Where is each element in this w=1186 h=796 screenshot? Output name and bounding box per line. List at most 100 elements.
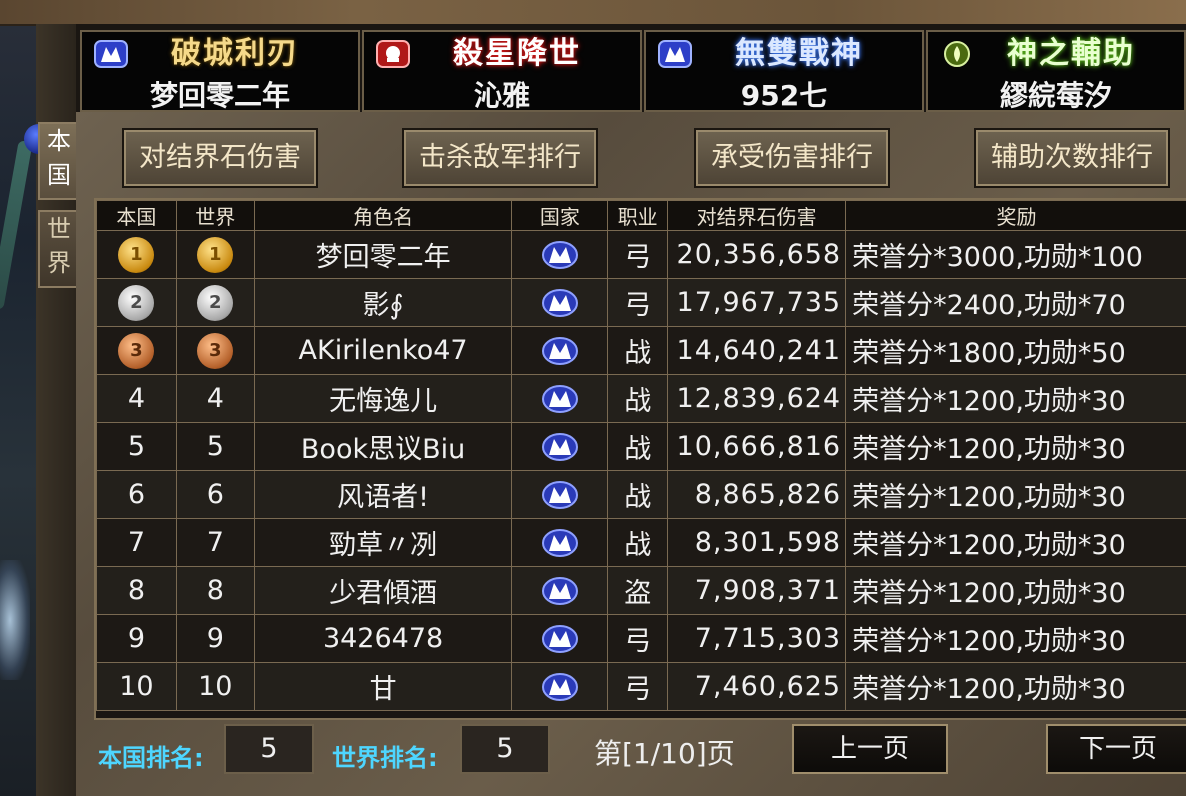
nation-emblem-icon — [541, 337, 578, 366]
col-header-world-rank: 世界 — [175, 200, 255, 231]
table-header-row: 本国 世界 角色名 国家 职业 对结界石伤害 奖励 — [96, 200, 1186, 231]
table-row[interactable]: 9 9 3426478 弓 7,715,303 荣誉分*1200,功勋*30 — [96, 614, 1186, 663]
country-cell — [511, 518, 609, 567]
job-cell: 弓 — [607, 614, 669, 663]
col-header-country: 国家 — [511, 200, 609, 231]
ranking-panel: 对结界石伤害 击杀敌军排行 承受伤害排行 辅助次数排行 本国 世界 角色名 国家… — [76, 112, 1186, 796]
reward-cell: 荣誉分*1200,功勋*30 — [845, 374, 1186, 423]
nation-rank-cell: 4 — [96, 374, 177, 423]
table-row[interactable]: 7 7 勁草〃冽战 8,301,598 荣誉分*1200,功勋*30 — [96, 518, 1186, 567]
nation-rank-cell: 8 — [96, 566, 177, 615]
title-card-2: 無雙戰神 952七 — [644, 30, 924, 112]
country-cell — [511, 614, 609, 663]
world-rank-cell: 2 — [175, 278, 255, 327]
nation-rank-label: 本国排名: — [98, 744, 204, 772]
player-name-cell: 梦回零二年 — [253, 230, 513, 279]
reward-cell: 荣誉分*1200,功勋*30 — [845, 614, 1186, 663]
world-rank-cell: 5 — [175, 422, 255, 471]
title-holder: 952七 — [740, 79, 828, 112]
table-row[interactable]: 3 3 AKirilenko47 战 14,640,241 荣誉分*1800,功勋*50 — [96, 326, 1186, 375]
title-card-0: 破城利刃 梦回零二年 — [80, 30, 360, 112]
player-name-cell: 影∮ — [253, 278, 513, 327]
ranking-table: 本国 世界 角色名 国家 职业 对结界石伤害 奖励 1 1 梦回零二年弓 20,356… — [94, 198, 1186, 720]
table-row[interactable]: 5 5 Book思议Biu 战 10,666,816 荣誉分*1200,功勋*30 — [96, 422, 1186, 471]
table-row[interactable]: 8 8 少君傾酒盗 7,908,371 荣誉分*1200,功勋*30 — [96, 566, 1186, 615]
nation-emblem-icon — [541, 673, 578, 702]
table-row[interactable]: 6 6 风语者! 战 8,865,826 荣誉分*1200,功勋*30 — [96, 470, 1186, 519]
damage-cell: 7,908,371 — [667, 566, 847, 615]
country-cell — [511, 566, 609, 615]
job-cell: 弓 — [607, 230, 669, 279]
job-cell: 盗 — [607, 566, 669, 615]
rank-medal-icon: 1 — [197, 236, 234, 273]
damage-cell: 8,301,598 — [667, 518, 847, 567]
tab-nation[interactable]: 本 国 — [38, 122, 80, 200]
title-name: 殺星降世 — [453, 36, 581, 71]
damage-cell: 7,460,625 — [667, 662, 847, 711]
job-cell: 战 — [607, 374, 669, 423]
damage-cell: 7,715,303 — [667, 614, 847, 663]
table-row[interactable]: 10 10 甘弓 7,460,625 荣誉分*1200,功勋*30 — [96, 662, 1186, 711]
nation-emblem-icon — [541, 433, 578, 462]
country-cell — [511, 326, 609, 375]
table-row[interactable]: 1 1 梦回零二年 弓 20,356,658 荣誉分*3000,功勋*100 — [96, 230, 1186, 279]
title-name: 無雙戰神 — [735, 36, 863, 71]
category-assists-button[interactable]: 辅助次数排行 — [974, 128, 1170, 188]
title-card-1: 殺星降世 沁雅 — [362, 30, 642, 112]
title-holder: 沁雅 — [473, 79, 530, 112]
player-name-cell: 3426478 — [253, 614, 513, 663]
nation-rank-cell: 1 — [96, 230, 177, 279]
nation-emblem-icon — [541, 241, 578, 270]
country-cell — [511, 422, 609, 471]
rank-medal-icon: 2 — [197, 284, 234, 321]
world-rank-value: 5 — [460, 724, 550, 774]
rank-medal-icon: 1 — [118, 236, 155, 273]
player-name-cell: Book思议Biu — [253, 422, 513, 471]
job-cell: 弓 — [607, 278, 669, 327]
title-name: 神之輔助 — [1007, 36, 1135, 71]
col-header-damage: 对结界石伤害 — [667, 200, 847, 231]
nation-rank-cell: 3 — [96, 326, 177, 375]
nation-emblem-icon — [541, 577, 578, 606]
reward-cell: 荣誉分*3000,功勋*100 — [845, 230, 1186, 279]
damage-cell: 20,356,658 — [667, 230, 847, 279]
damage-cell: 14,640,241 — [667, 326, 847, 375]
player-name-cell: 无悔逸儿 — [253, 374, 513, 423]
player-name-cell: 勁草〃冽 — [253, 518, 513, 567]
job-cell: 战 — [607, 470, 669, 519]
left-scene-strip — [0, 0, 36, 796]
ranking-grid: 本国 世界 角色名 国家 职业 对结界石伤害 奖励 1 1 梦回零二年弓 20,356… — [96, 200, 1186, 711]
rank-medal-icon: 2 — [118, 284, 155, 321]
nation-emblem-icon — [541, 289, 578, 318]
nation-emblem-icon — [541, 481, 578, 510]
world-rank-cell: 4 — [175, 374, 255, 423]
category-damage-taken-button[interactable]: 承受伤害排行 — [694, 128, 890, 188]
table-row[interactable]: 4 4 无悔逸儿战 12,839,624 荣誉分*1200,功勋*30 — [96, 374, 1186, 423]
rank-medal-icon: 3 — [118, 332, 155, 369]
world-rank-cell: 9 — [175, 614, 255, 663]
reward-cell: 荣誉分*2400,功勋*70 — [845, 278, 1186, 327]
nation-emblem-icon — [541, 385, 578, 414]
col-header-name: 角色名 — [253, 200, 513, 231]
country-cell — [511, 662, 609, 711]
player-name-cell: 风语者! — [253, 470, 513, 519]
category-crystal-damage-button[interactable]: 对结界石伤害 — [122, 128, 318, 188]
world-rank-cell: 1 — [175, 230, 255, 279]
tab-world[interactable]: 世 界 — [38, 210, 80, 288]
country-cell — [511, 230, 609, 279]
reward-cell: 荣誉分*1800,功勋*50 — [845, 326, 1186, 375]
top-frame-border — [0, 0, 1186, 26]
job-cell: 战 — [607, 422, 669, 471]
next-page-button[interactable]: 下一页 — [1046, 724, 1186, 774]
page-indicator: 第[1/10]页 — [594, 737, 735, 770]
player-name-cell: 少君傾酒 — [253, 566, 513, 615]
world-rank-cell: 7 — [175, 518, 255, 567]
world-rank-cell: 3 — [175, 326, 255, 375]
table-row[interactable]: 2 2 影∮ 弓 17,967,735 荣誉分*2400,功勋*70 — [96, 278, 1186, 327]
reward-cell: 荣誉分*1200,功勋*30 — [845, 518, 1186, 567]
reward-cell: 荣誉分*1200,功勋*30 — [845, 422, 1186, 471]
nation-rank-cell: 5 — [96, 422, 177, 471]
title-holder: 繆綄莓汐 — [999, 79, 1112, 112]
category-kills-button[interactable]: 击杀敌军排行 — [402, 128, 598, 188]
prev-page-button[interactable]: 上一页 — [792, 724, 948, 774]
